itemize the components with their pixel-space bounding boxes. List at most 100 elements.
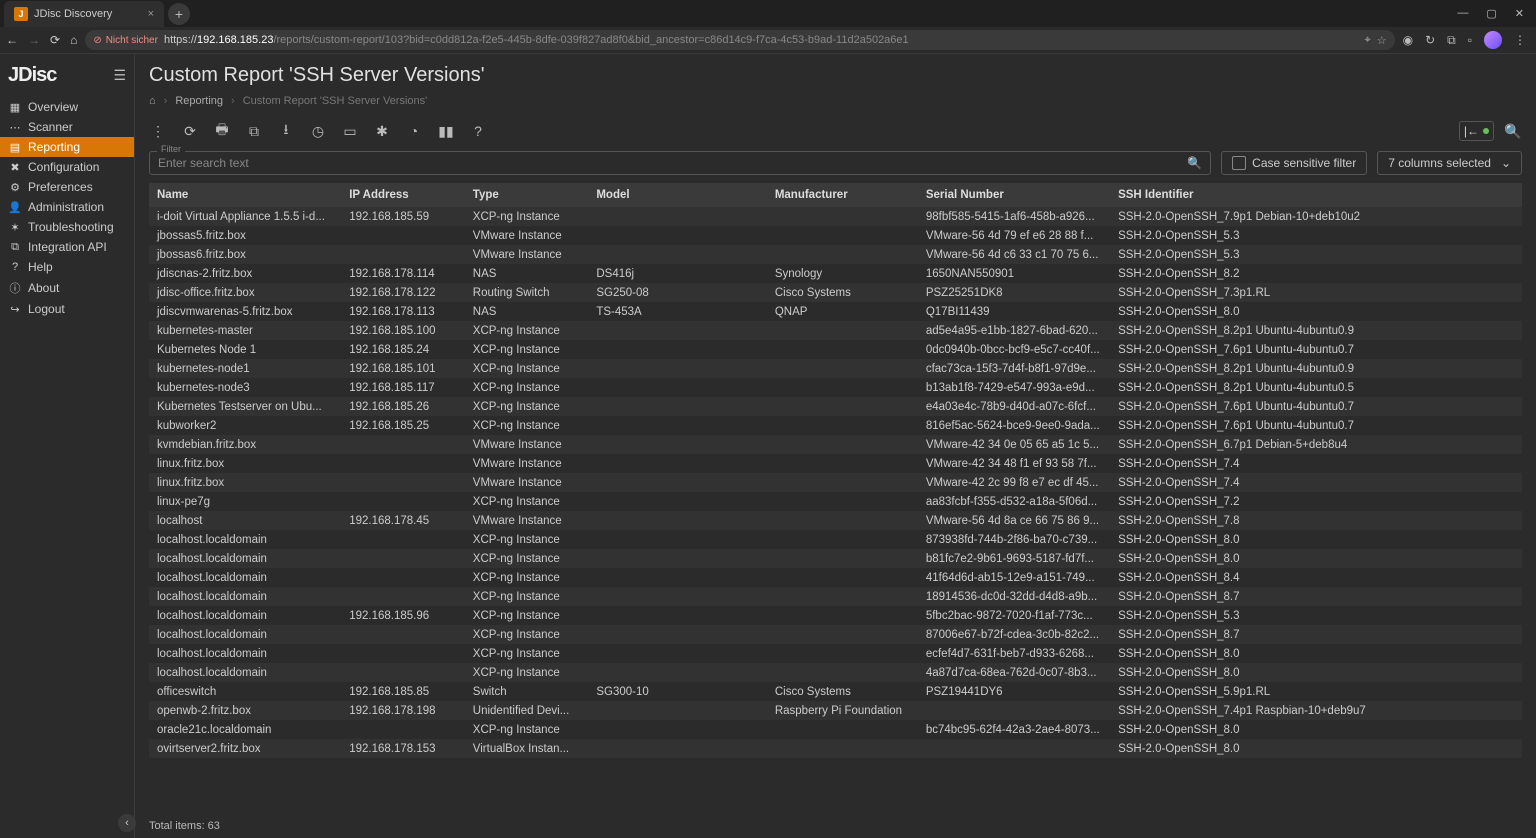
ext2-icon[interactable]: ↻ [1425,33,1435,47]
chrome-menu-icon[interactable]: ⋮ [1514,33,1526,47]
th-ip[interactable]: IP Address [341,183,465,207]
case-sensitive-toggle[interactable]: Case sensitive filter [1221,151,1367,175]
table-row[interactable]: linux-pe7gXCP-ng Instanceaa83fcbf-f355-d… [149,492,1522,511]
barchart-icon[interactable]: ▮▮ [437,123,455,140]
cell-name: jdiscnas-2.fritz.box [149,264,341,283]
collapse-sidebar-icon[interactable]: ‹ [118,814,136,832]
cell-type: VMware Instance [465,473,589,492]
table-row[interactable]: oracle21c.localdomainXCP-ng Instancebc74… [149,720,1522,739]
sidebar-item-about[interactable]: ⓘAbout [0,277,134,299]
bookmark-icon[interactable]: ☆ [1377,34,1387,47]
sidebar-item-troubleshooting[interactable]: ✶Troubleshooting [0,217,134,237]
cell-name: localhost.localdomain [149,530,341,549]
table-row[interactable]: localhost.localdomainXCP-ng Instance41f6… [149,568,1522,587]
cell-ssh: SSH-2.0-OpenSSH_8.4 [1110,568,1522,587]
scanner-icon: ⋯ [8,121,22,134]
table-row[interactable]: kubernetes-node1192.168.185.101XCP-ng In… [149,359,1522,378]
table-row[interactable]: localhost.localdomainXCP-ng Instanceecfe… [149,644,1522,663]
back-icon[interactable]: ← [6,33,18,47]
search-toolbar-icon[interactable]: 🔍 [1504,123,1522,140]
sidebar-item-logout[interactable]: ↪Logout [0,299,134,319]
copy-icon[interactable]: ⧉ [245,123,263,140]
breadcrumb-home-icon[interactable]: ⌂ [149,95,156,107]
table-row[interactable]: kubworker2192.168.185.25XCP-ng Instance8… [149,416,1522,435]
th-mfr[interactable]: Manufacturer [767,183,918,207]
reload-icon[interactable]: ⟳ [50,33,60,47]
cell-name: localhost.localdomain [149,606,341,625]
sidebar-item-configuration[interactable]: ✖Configuration [0,157,134,177]
table-row[interactable]: jbossas5.fritz.boxVMware InstanceVMware-… [149,226,1522,245]
new-tab-button[interactable]: + [168,3,190,25]
th-ssh[interactable]: SSH Identifier [1110,183,1522,207]
table-row[interactable]: officeswitch192.168.185.85SwitchSG300-10… [149,682,1522,701]
table-row[interactable]: localhost.localdomainXCP-ng Instance4a87… [149,663,1522,682]
table-row[interactable]: jdiscnas-2.fritz.box192.168.178.114NASDS… [149,264,1522,283]
refresh-icon[interactable]: ⟳ [181,123,199,140]
table-row[interactable]: openwb-2.fritz.box192.168.178.198Unident… [149,701,1522,720]
maximize-icon[interactable]: ▢ [1486,7,1496,20]
table-row[interactable]: Kubernetes Node 1192.168.185.24XCP-ng In… [149,340,1522,359]
table-row[interactable]: Kubernetes Testserver on Ubu...192.168.1… [149,397,1522,416]
cell-serial: 87006e67-b72f-cdea-3c0b-82c2... [918,625,1110,644]
print-icon[interactable]: 🖶 [213,119,231,143]
sidebar-item-administration[interactable]: 👤Administration [0,197,134,217]
table-row[interactable]: localhost.localdomainXCP-ng Instance8739… [149,530,1522,549]
table-row[interactable]: ovirtserver2.fritz.box192.168.178.153Vir… [149,739,1522,758]
table-row[interactable]: jbossas6.fritz.boxVMware InstanceVMware-… [149,245,1522,264]
table-row[interactable]: linux.fritz.boxVMware InstanceVMware-42 … [149,473,1522,492]
table-row[interactable]: jdisc-office.fritz.box192.168.178.122Rou… [149,283,1522,302]
close-window-icon[interactable]: ✕ [1515,7,1524,20]
column-selector[interactable]: 7 columns selected ⌄ [1377,151,1522,175]
close-tab-icon[interactable]: × [148,8,154,20]
cell-type: XCP-ng Instance [465,416,589,435]
live-indicator[interactable]: |← [1459,121,1494,141]
table-row[interactable]: localhost.localdomainXCP-ng Instanceb81f… [149,549,1522,568]
help-icon[interactable]: ? [469,123,487,139]
sidebar-item-scanner[interactable]: ⋯Scanner [0,117,134,137]
th-model[interactable]: Model [588,183,766,207]
breadcrumb-reporting[interactable]: Reporting [175,95,223,107]
sidepanel-icon[interactable]: ▫ [1468,33,1472,47]
table-row[interactable]: localhost.localdomainXCP-ng Instance8700… [149,625,1522,644]
piechart-icon[interactable]: ◔ [405,123,423,139]
sidebar-item-preferences[interactable]: ⚙Preferences [0,177,134,197]
th-type[interactable]: Type [465,183,589,207]
sidebar-item-integration-api[interactable]: ⧉Integration API [0,237,134,257]
window-icon[interactable]: ▭ [341,123,359,140]
table-row[interactable]: localhost.localdomainXCP-ng Instance1891… [149,587,1522,606]
table-row[interactable]: i-doit Virtual Appliance 1.5.5 i-d...192… [149,207,1522,226]
filter-input[interactable] [158,156,1187,170]
forward-icon[interactable]: → [28,33,40,47]
th-serial[interactable]: Serial Number [918,183,1110,207]
extensions-icon[interactable]: ⧉ [1447,33,1456,48]
cell-name: kubernetes-master [149,321,341,340]
profile-avatar[interactable] [1484,31,1502,49]
relations-icon[interactable]: ✱ [373,123,391,140]
table-row[interactable]: kvmdebian.fritz.boxVMware InstanceVMware… [149,435,1522,454]
report-table: Name IP Address Type Model Manufacturer … [149,183,1522,758]
home-icon[interactable]: ⌂ [70,33,77,47]
url-box[interactable]: ⊘ Nicht sicher https://192.168.185.23/re… [85,30,1394,50]
more-icon[interactable]: ⋮ [149,123,167,140]
table-wrap[interactable]: Name IP Address Type Model Manufacturer … [149,183,1522,814]
table-row[interactable]: linux.fritz.boxVMware InstanceVMware-42 … [149,454,1522,473]
minimize-icon[interactable]: — [1457,7,1468,20]
search-icon[interactable]: 🔍 [1187,156,1202,170]
browser-tab[interactable]: J JDisc Discovery × [4,1,164,27]
schedule-icon[interactable]: ◷ [309,123,327,140]
filter-label: Filter [157,144,185,154]
th-name[interactable]: Name [149,183,341,207]
table-row[interactable]: localhost.localdomain192.168.185.96XCP-n… [149,606,1522,625]
ext1-icon[interactable]: ◉ [1403,33,1413,47]
table-row[interactable]: kubernetes-master192.168.185.100XCP-ng I… [149,321,1522,340]
download-icon[interactable]: ⭳ [277,119,295,143]
sidebar-item-overview[interactable]: ▦Overview [0,97,134,117]
table-row[interactable]: jdiscvmwarenas-5.fritz.box192.168.178.11… [149,302,1522,321]
sidebar-item-reporting[interactable]: ▤Reporting [0,137,134,157]
table-row[interactable]: localhost192.168.178.45VMware InstanceVM… [149,511,1522,530]
cell-ssh: SSH-2.0-OpenSSH_8.0 [1110,663,1522,682]
hamburger-icon[interactable]: ☰ [113,67,126,84]
sidebar-item-help[interactable]: ?Help [0,257,134,277]
translate-icon[interactable]: ⌖ [1365,34,1371,47]
table-row[interactable]: kubernetes-node3192.168.185.117XCP-ng In… [149,378,1522,397]
